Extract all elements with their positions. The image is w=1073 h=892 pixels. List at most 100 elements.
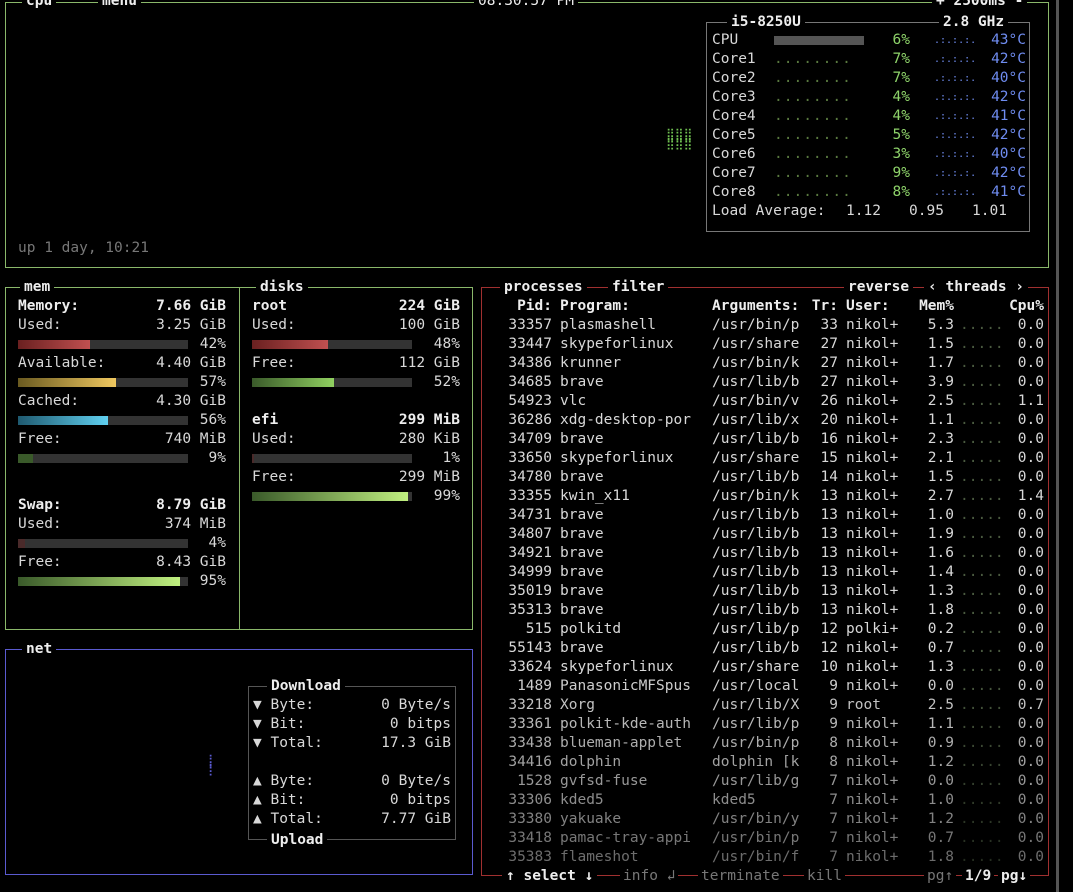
process-row[interactable]: 34386 krunner/usr/bin/k 27 nikol+ 1.7..... 0.… <box>490 354 1044 373</box>
cpu-mini-graph: ..... <box>960 412 1004 428</box>
core-temp: 42°C <box>991 51 1026 67</box>
processes-tag[interactable]: processes <box>500 277 587 297</box>
process-row[interactable]: 33380 yakuake/usr/bin/y 7 nikol+ 1.2..... 0.0 <box>490 810 1044 829</box>
disks-tag[interactable]: disks <box>256 277 308 297</box>
column-header[interactable]: Program: <box>552 297 704 316</box>
swap-used-label: Used: <box>18 516 62 532</box>
process-cell: brave <box>560 374 604 390</box>
process-cell: /usr/share <box>712 659 800 675</box>
process-cell: 1.3 <box>927 583 954 599</box>
process-row[interactable]: 34999 brave/usr/lib/b 13 nikol+ 1.4..... 0.0 <box>490 563 1044 582</box>
process-row[interactable]: 34807 brave/usr/lib/b 13 nikol+ 1.9..... 0.0 <box>490 525 1044 544</box>
process-cell: 1.9 <box>927 526 954 542</box>
menu-tag[interactable]: menu <box>98 0 141 11</box>
process-row[interactable]: 36286 xdg-desktop-por/usr/lib/x 20 nikol+ 1.… <box>490 411 1044 430</box>
column-header[interactable]: Arguments: <box>704 297 808 316</box>
process-cell: kwin_x11 <box>560 488 630 504</box>
cached-label: Cached: <box>18 393 80 409</box>
cpu-mini-graph: ..... <box>960 545 1004 561</box>
column-header[interactable]: Cpu% <box>954 297 1044 316</box>
column-header[interactable]: Pid: <box>490 297 552 316</box>
filter-tag[interactable]: filter <box>608 277 669 297</box>
column-header[interactable]: Mem% <box>908 297 954 316</box>
mem-tag[interactable]: mem <box>20 277 55 297</box>
process-cell: 34999 <box>508 564 552 580</box>
process-cell: nikol+ <box>846 431 899 447</box>
process-cell: krunner <box>560 355 622 371</box>
process-cell: nikol+ <box>846 773 899 789</box>
process-row[interactable]: 34921 brave/usr/lib/b 13 nikol+ 1.6..... 0.0 <box>490 544 1044 563</box>
process-cell: /usr/bin/p <box>712 830 800 846</box>
process-cell: /usr/lib/b <box>712 602 800 618</box>
process-row[interactable]: 55143 brave/usr/lib/b 12 nikol+ 0.7..... 0.0 <box>490 639 1044 658</box>
process-cell: 13 <box>820 545 838 561</box>
cpu-pct: 0.0 <box>1017 564 1044 580</box>
process-row[interactable]: 1489 PanasonicMFSpus/usr/local 9 nikol+ 0.0.… <box>490 677 1044 696</box>
threads-tag[interactable]: ‹ threads › <box>924 277 1029 297</box>
net-tag[interactable]: net <box>22 639 57 659</box>
process-row[interactable]: 33447 skypeforlinux/usr/share 27 nikol+ 1.5.… <box>490 335 1044 354</box>
process-row[interactable]: 33306 kded5 kded5 7 nikol+ 1.0..... 0.0 <box>490 791 1044 810</box>
cpu-mini-graph: ..... <box>960 830 1004 846</box>
core-pct: 6% <box>892 32 910 48</box>
used-bar <box>18 340 188 349</box>
process-cell: PanasonicMFSpus <box>560 678 691 694</box>
cpu-pct: 0.0 <box>1017 792 1044 808</box>
select-button[interactable]: ↑ select ↓ <box>502 866 598 886</box>
process-cell: nikol+ <box>846 526 899 542</box>
process-row[interactable]: 35313 brave/usr/lib/b 13 nikol+ 1.8..... 0.0 <box>490 601 1044 620</box>
cpu-mini-graph: ..... <box>960 697 1004 713</box>
process-cell: ..... 0.0 <box>954 411 1044 430</box>
process-row[interactable]: 33355 kwin_x11/usr/bin/k 13 nikol+ 2.7..... 1… <box>490 487 1044 506</box>
info-button[interactable]: info ↲ <box>620 866 679 886</box>
process-row[interactable]: 33361 polkit-kde-auth/usr/lib/p 9 nikol+ 1.1… <box>490 715 1044 734</box>
process-row[interactable]: 34731 brave/usr/lib/b 13 nikol+ 1.0..... 0.0 <box>490 506 1044 525</box>
process-row[interactable]: 35383 flameshot/usr/bin/f 7 nikol+ 1.8..... 0… <box>490 848 1044 867</box>
process-row[interactable]: 33418 pamac-tray-appi/usr/bin/p 7 nikol+ 0.7… <box>490 829 1044 848</box>
kill-button[interactable]: kill <box>804 866 845 886</box>
process-row[interactable]: 34709 brave/usr/lib/b 16 nikol+ 2.3..... 0.0 <box>490 430 1044 449</box>
process-row[interactable]: 34780 brave/usr/lib/b 14 nikol+ 1.5..... 0.0 <box>490 468 1044 487</box>
process-row[interactable]: 34685 brave/usr/lib/b 27 nikol+ 3.9..... 0.0 <box>490 373 1044 392</box>
process-row[interactable]: 33650 skypeforlinux/usr/share 15 nikol+ 2.1.… <box>490 449 1044 468</box>
uptime: up 1 day, 10:21 <box>18 240 149 256</box>
process-cell: blueman-applet <box>560 735 683 751</box>
page-prev-button[interactable]: pg↑ <box>924 866 957 886</box>
process-row[interactable]: 33438 blueman-applet/usr/bin/p 8 nikol+ 0.9.… <box>490 734 1044 753</box>
terminate-button[interactable]: terminate <box>698 866 783 886</box>
process-row[interactable]: 54923 vlc/usr/bin/v 26 nikol+ 2.5..... 1.1 <box>490 392 1044 411</box>
net-stat-label: ▲ Byte: <box>253 773 315 789</box>
used-pct: 42% <box>199 336 226 352</box>
process-cell: 2.1 <box>927 450 954 466</box>
process-cell: nikol+ <box>846 412 899 428</box>
process-cell: 10 <box>820 659 838 675</box>
column-header[interactable]: User: <box>838 297 908 316</box>
cpu-pct: 0.0 <box>1017 317 1044 333</box>
process-row[interactable]: 1528 gvfsd-fuse/usr/lib/g 7 nikol+ 0.0..... 0… <box>490 772 1044 791</box>
core-row: Core1........ 7%.:.:.:. 42°C <box>712 50 1026 69</box>
process-cell: 1.4 <box>927 564 954 580</box>
page-next-button[interactable]: pg↓ <box>998 866 1031 886</box>
process-cell: 35313 <box>508 602 552 618</box>
process-row[interactable]: 33624 skypeforlinux/usr/share 10 nikol+ 1.3.… <box>490 658 1044 677</box>
process-cell: polkitd <box>560 621 622 637</box>
process-row[interactable]: 33357 plasmashell/usr/bin/p 33 nikol+ 5.3...… <box>490 316 1044 335</box>
core-temp: 42°C <box>991 89 1026 105</box>
cpu-tag[interactable]: cpu <box>22 0 57 11</box>
process-cell: /usr/bin/p <box>712 735 800 751</box>
process-row[interactable]: 34416 dolphin dolphin [k 8 nikol+ 1.2..... 0.0 <box>490 753 1044 772</box>
scrollbar[interactable] <box>1056 0 1059 892</box>
process-cell: 13 <box>820 488 838 504</box>
cpu-mini-graph: ..... <box>960 317 1004 333</box>
update-interval[interactable]: + 2500ms - <box>932 0 1028 11</box>
cpu-mini-graph: ..... <box>960 507 1004 523</box>
process-row[interactable]: 35019 brave/usr/lib/b 13 nikol+ 1.3..... 0.0 <box>490 582 1044 601</box>
free-bar <box>18 454 188 463</box>
cached-bar <box>18 416 188 425</box>
process-cell: 34780 <box>508 469 552 485</box>
process-row[interactable]: 33218 Xorg/usr/lib/X 9 root 2.5..... 0.7 <box>490 696 1044 715</box>
reverse-tag[interactable]: reverse <box>844 277 914 297</box>
process-row[interactable]: 515 polkitd/usr/lib/p 12 polki+ 0.2..... 0.0 <box>490 620 1044 639</box>
column-header[interactable]: Tr: <box>808 297 838 316</box>
temp-graph: .:.:.:. <box>934 111 977 122</box>
